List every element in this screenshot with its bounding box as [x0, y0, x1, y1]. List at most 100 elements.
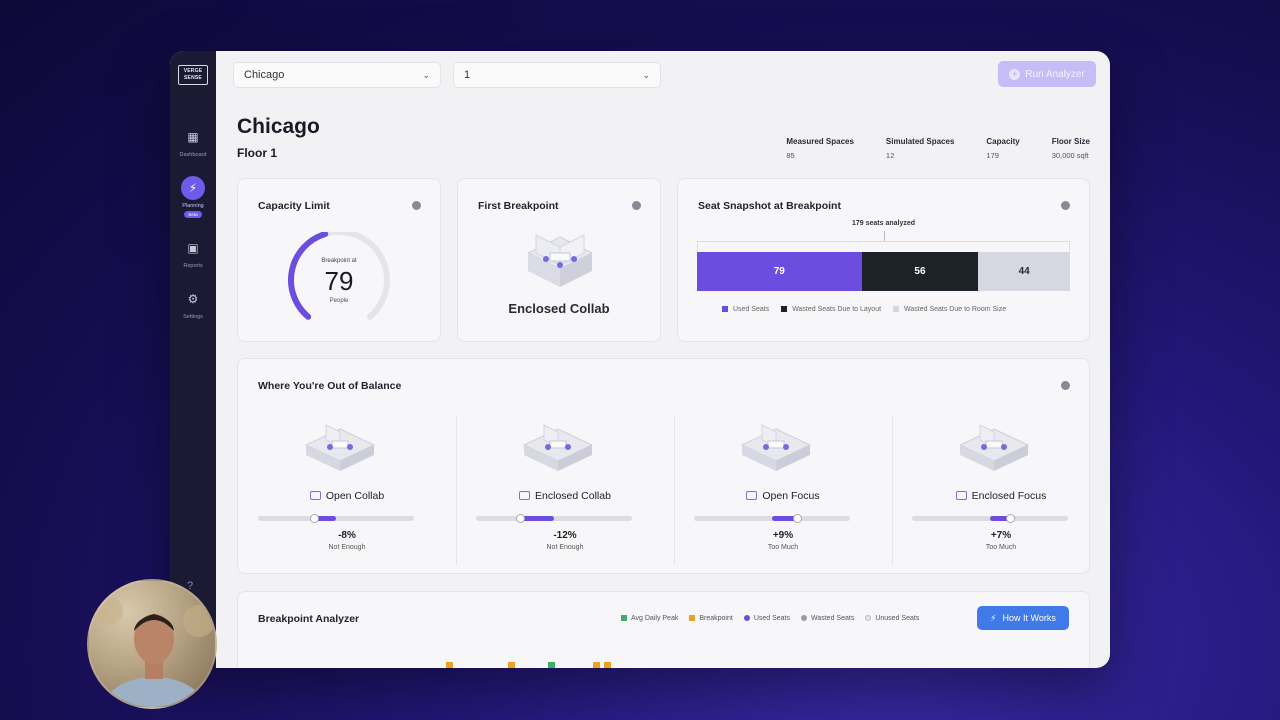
location-select-value: Chicago	[244, 69, 285, 81]
balance-slider	[694, 514, 850, 523]
balance-knob	[1005, 514, 1015, 523]
how-it-works-label: How It Works	[1002, 613, 1056, 623]
sidebar-item-label: Settings	[183, 314, 203, 320]
balance-percent: -12%	[553, 530, 577, 541]
legend-swatch	[621, 615, 627, 621]
balance-slider	[258, 514, 414, 523]
sidebar-item-settings[interactable]: ⚙ Settings	[170, 287, 216, 320]
legend-label: Used Seats	[733, 306, 770, 313]
gear-icon: ⚙	[187, 292, 199, 306]
space-name: Open Collab	[238, 490, 456, 502]
how-it-works-button[interactable]: ⚡ How It Works	[977, 606, 1069, 630]
stat-label: Capacity	[986, 137, 1020, 146]
balance-knob	[516, 514, 526, 523]
analyzer-legend: Avg Daily Peak Breakpoint Used Seats Wasted…	[621, 615, 919, 622]
page-title: Chicago	[237, 115, 320, 138]
stat-label: Measured Spaces	[786, 137, 854, 146]
legend-item: Used Seats	[722, 306, 769, 313]
info-icon[interactable]	[1061, 381, 1070, 390]
legend-label: Wasted Seats	[811, 615, 855, 622]
plus-icon: +	[1009, 68, 1021, 80]
legend-swatch	[801, 615, 807, 621]
balance-slider	[476, 514, 632, 523]
balance-slider	[912, 514, 1068, 523]
space-illustration	[304, 424, 376, 471]
floor-select[interactable]: 1 ⌄	[453, 62, 661, 88]
chart-marker	[548, 662, 555, 668]
balance-item-open-focus[interactable]: Open Focus +9% Too Much	[674, 409, 892, 573]
bolt-icon: ⚡	[990, 612, 997, 623]
bolt-icon: ⚡	[181, 176, 205, 200]
info-icon[interactable]	[1061, 201, 1070, 210]
seat-snapshot-card: Seat Snapshot at Breakpoint 179 seats an…	[677, 178, 1090, 342]
gauge-unit: People	[329, 298, 349, 304]
card-title: Where You're Out of Balance	[258, 380, 402, 392]
balance-percent: +7%	[990, 530, 1012, 541]
space-type-icon	[309, 491, 321, 500]
sidebar-item-reports[interactable]: ▣ Reports	[170, 236, 216, 269]
dashboard-icon: ▦	[187, 130, 199, 144]
space-illustration	[740, 424, 812, 471]
balance-item-enclosed-collab[interactable]: Enclosed Collab -12% Not Enough	[456, 409, 674, 573]
balance-knob	[793, 514, 803, 523]
legend-swatch	[722, 306, 728, 312]
balance-state: Not Enough	[328, 544, 366, 551]
space-name-label: Open Collab	[325, 490, 385, 502]
main-content: Chicago ⌄ 1 ⌄ + Run Analyzer Chicago Flo…	[216, 51, 1110, 668]
capacity-limit-card: Capacity Limit Breakpoint at 79 People	[237, 178, 441, 342]
out-of-balance-card: Where You're Out of Balance Open Collab -…	[237, 358, 1090, 574]
info-icon[interactable]	[632, 201, 641, 210]
stat-capacity: Capacity 179	[986, 137, 1019, 160]
card-title: Seat Snapshot at Breakpoint	[698, 200, 841, 212]
breakpoint-analyzer-card: Breakpoint Analyzer Avg Daily Peak Breakp…	[237, 591, 1090, 668]
legend-label: Wasted Seats Due to Room Size	[904, 306, 1007, 313]
balance-state: Not Enough	[546, 544, 584, 551]
info-icon[interactable]	[412, 201, 421, 210]
balance-fill	[520, 516, 554, 521]
legend-label: Avg Daily Peak	[631, 615, 679, 622]
stat-value: 30,000 sqft	[1051, 151, 1089, 160]
legend-item: Wasted Seats Due to Room Size	[893, 306, 1006, 313]
legend-item: Wasted Seats Due to Layout	[781, 306, 881, 313]
column-divider	[892, 415, 893, 565]
space-type-icon	[519, 491, 531, 500]
legend-item: Avg Daily Peak	[621, 615, 678, 622]
chart-marker	[604, 662, 611, 668]
legend-item: Breakpoint	[689, 615, 733, 622]
legend-label: Unused Seats	[875, 615, 920, 622]
space-name: Open Focus	[674, 490, 892, 502]
space-type-icon	[955, 491, 967, 500]
legend-item: Used Seats	[743, 615, 790, 622]
floor-select-value: 1	[464, 69, 471, 81]
location-select[interactable]: Chicago ⌄	[233, 62, 441, 88]
sidebar-item-planning[interactable]: ⚡ Planning Beta	[170, 176, 216, 218]
stat-label: Floor Size	[1051, 137, 1090, 146]
space-name: Enclosed Collab	[456, 490, 674, 502]
seat-legend: Used Seats Wasted Seats Due to Layout Wast…	[722, 306, 1006, 313]
space-illustration	[522, 424, 594, 471]
legend-swatch	[865, 615, 872, 621]
presenter-video	[95, 597, 215, 707]
legend-swatch	[781, 306, 788, 312]
seg-tick	[883, 231, 885, 241]
space-name-label: Open Focus	[762, 490, 820, 502]
gauge-value: 79	[324, 266, 354, 296]
stat-value: 85	[786, 151, 795, 160]
header-stats: Measured Spaces 85 Simulated Spaces 12 Capac…	[786, 137, 1090, 160]
sidebar-item-dashboard[interactable]: ▦ Dashboard	[170, 125, 216, 158]
first-breakpoint-card: First Breakpoint Enclosed Collab	[457, 178, 661, 342]
logo[interactable]: VERGE SENSE	[178, 65, 208, 85]
app-window: VERGE SENSE ▦ Dashboard ⚡ Planning Beta ▣ Repo…	[170, 51, 1110, 668]
space-illustration	[958, 424, 1030, 471]
run-analyzer-label: Run Analyzer	[1025, 68, 1085, 80]
stat-value: 179	[986, 151, 999, 160]
seat-segment[interactable]: 56	[861, 252, 979, 291]
seat-segment[interactable]: 44	[978, 252, 1070, 291]
seat-segment[interactable]: 79	[697, 252, 862, 291]
chevron-down-icon: ⌄	[642, 69, 650, 80]
chart-marker	[508, 662, 515, 668]
balance-item-open-collab[interactable]: Open Collab -8% Not Enough	[238, 409, 456, 573]
sidebar-item-label: Reports	[183, 263, 203, 269]
balance-item-enclosed-focus[interactable]: Enclosed Focus +7% Too Much	[892, 409, 1110, 573]
run-analyzer-button[interactable]: + Run Analyzer	[998, 61, 1096, 87]
